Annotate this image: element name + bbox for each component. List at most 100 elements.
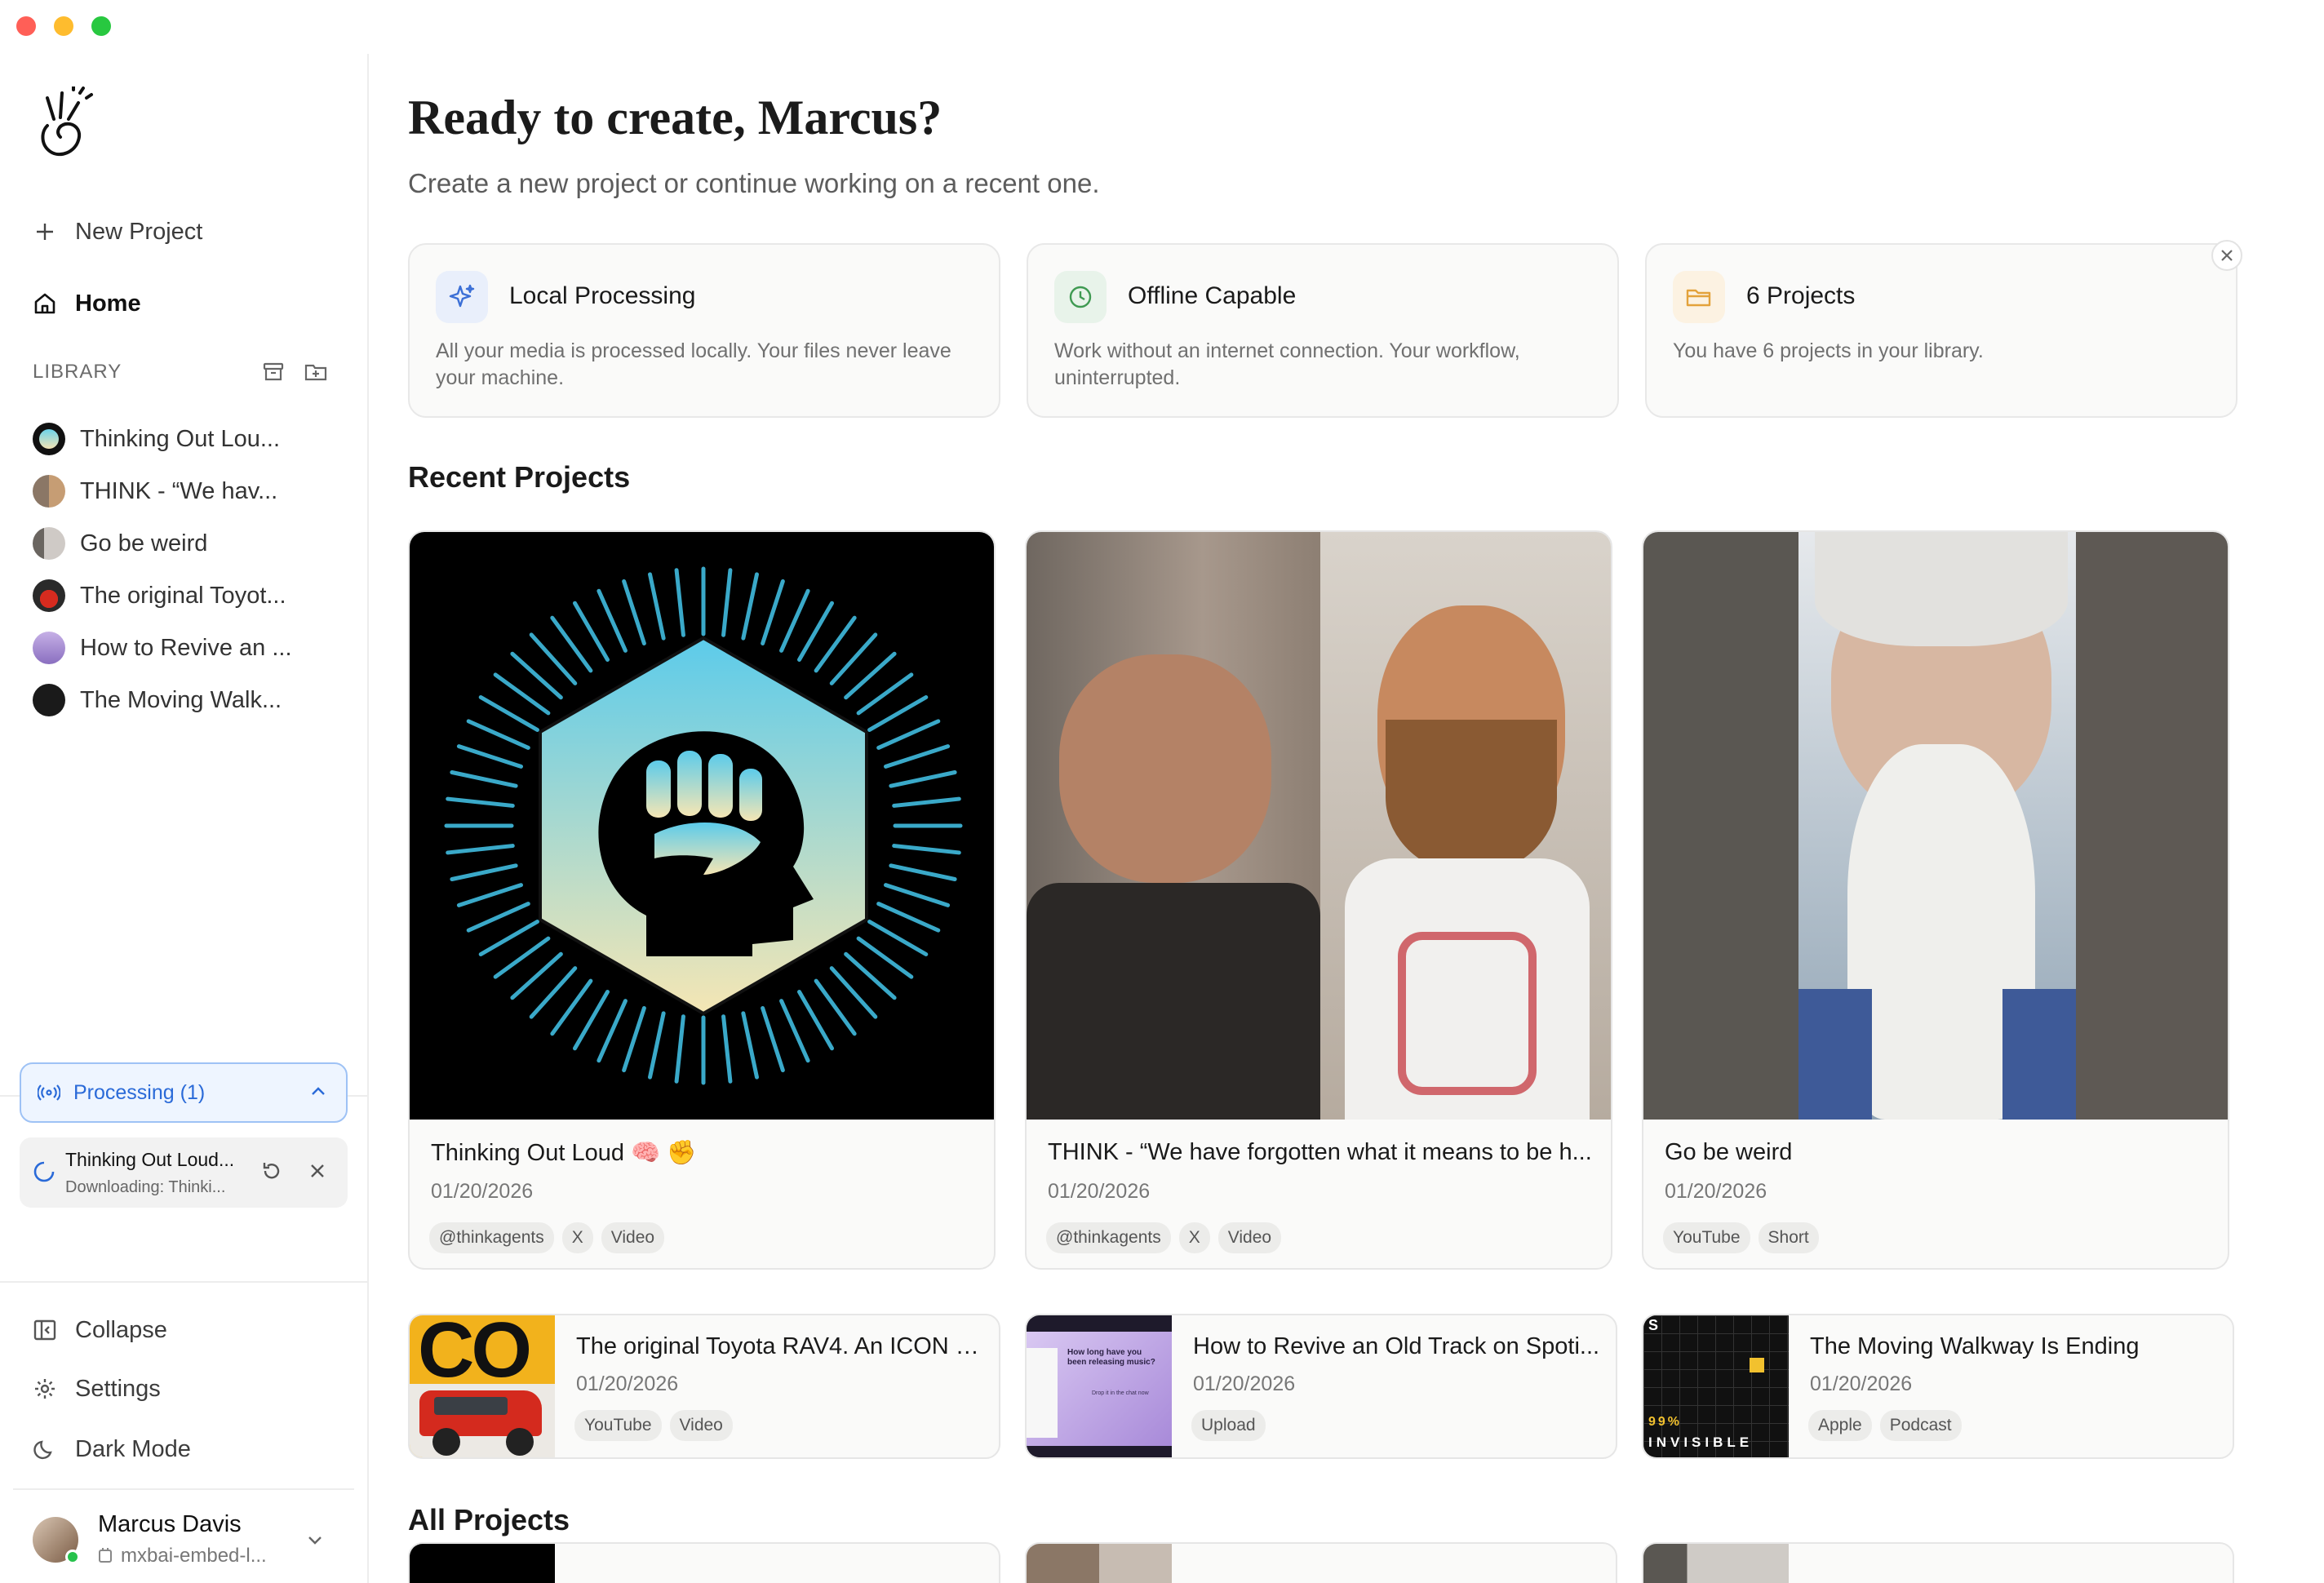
project-thumbnail [410,532,994,1120]
tag: Short [1758,1222,1819,1253]
info-card-title: Offline Capable [1128,282,1297,309]
tag: @thinkagents [429,1222,554,1253]
sidebar-divider [13,1488,354,1490]
new-project-button[interactable]: New Project [33,212,202,251]
sunburst-ray [466,902,530,933]
collapse-button[interactable]: Collapse [33,1310,167,1350]
dark-mode-toggle[interactable]: Dark Mode [33,1430,191,1469]
dismiss-info-cards-button[interactable] [2211,240,2242,271]
project-date: 01/20/2026 [576,1372,679,1395]
model-icon [99,1548,112,1563]
library-label: LIBRARY [33,361,122,383]
library-thumb [33,632,65,664]
page-title: Ready to create, Marcus? [408,91,942,144]
project-tags: @thinkagents X Video [429,1222,665,1253]
project-date: 01/20/2026 [1665,1180,1767,1203]
user-name: Marcus Davis [98,1511,242,1537]
library-item-revive[interactable]: How to Revive an ... [33,630,292,666]
new-project-label: New Project [75,218,203,245]
project-card-think[interactable]: THINK - “We have forgotten what it means… [1025,530,1612,1270]
window-zoom-button[interactable] [91,16,111,36]
sunburst-ray [597,588,628,653]
dark-mode-label: Dark Mode [75,1435,191,1462]
processing-item-status: Downloading: Thinki... [65,1178,226,1196]
project-card-toyota-rav4[interactable]: CO The original Toyota RAV4. An ICON y..… [408,1314,1000,1459]
thumb-text: S [1648,1317,1659,1333]
user-model-label: mxbai-embed-l... [121,1545,267,1567]
sunburst-ray [889,770,957,788]
thumb-text-small: Drop it in the chat now [1092,1390,1149,1396]
sunburst-ray [741,1011,759,1080]
info-card-title: 6 Projects [1746,282,1856,309]
sunburst-ray [478,920,539,956]
sunburst-ray [867,920,929,956]
sunburst-ray [721,568,733,637]
project-thumbnail [1027,532,1611,1120]
project-title: The Moving Walkway Is Ending [1810,1333,2140,1359]
project-card-go-be-weird[interactable]: Go be weird 01/20/2026 YouTube Short [1642,530,2229,1270]
library-thumb [33,475,65,508]
user-profile[interactable]: Marcus Davis mxbai-embed-l... [33,1511,326,1567]
retry-icon[interactable] [259,1159,284,1183]
library-item-think[interactable]: THINK - “We hav... [33,473,277,509]
library-item-label: The Moving Walk... [80,686,282,713]
sunburst-ray [573,990,610,1051]
info-card-desc: Work without an internet connection. You… [1054,339,1520,389]
project-card-thinking-out-loud[interactable]: Thinking Out Loud 🧠 ✊ 01/20/2026 @thinka… [408,530,996,1270]
library-item-label: THINK - “We hav... [80,477,278,504]
sunburst-ray [456,744,524,769]
library-thumb [33,423,65,455]
library-thumb [33,527,65,560]
main-content: Ready to create, Marcus? Create a new pr… [408,54,2324,1583]
project-card-all-3[interactable] [1642,1542,2234,1583]
spinner-icon [33,1161,55,1182]
processing-toggle-button[interactable]: Processing (1) [20,1062,348,1123]
tag: YouTube [1663,1222,1750,1253]
sunburst-ray [648,572,666,641]
sunburst-ray [450,770,518,788]
tag: Video [1217,1222,1282,1253]
tag: Podcast [1879,1410,1962,1441]
project-date: 01/20/2026 [1810,1372,1913,1395]
project-title: Go be weird [1665,1139,1793,1165]
project-card-moving-walkway[interactable]: S 99% INVISIBLE The Moving Walkway Is En… [1642,1314,2234,1459]
sunburst-ray [446,844,515,855]
project-card-all-2[interactable] [1025,1542,1617,1583]
settings-button[interactable]: Settings [33,1369,161,1408]
tag: @thinkagents [1046,1222,1171,1253]
clock-icon [1054,271,1107,323]
sunburst-ray [797,601,834,662]
tag: Apple [1808,1410,1872,1441]
project-date: 01/20/2026 [431,1180,534,1203]
library-item-go-be-weird[interactable]: Go be weird [33,525,207,561]
sunburst-ray [446,796,515,808]
project-card-revive-track[interactable]: How long have you been releasing music? … [1025,1314,1617,1459]
project-title: How to Revive an Old Track on Spoti... [1193,1333,1600,1359]
library-item-thinking-out-loud[interactable]: Thinking Out Lou... [33,421,280,457]
sunburst-ray [761,579,785,646]
sunburst-ray [883,744,951,769]
sunburst-ray [883,883,951,907]
sunburst-ray [761,1005,785,1073]
library-item-moving-walkway[interactable]: The Moving Walk... [33,682,282,718]
archive-icon[interactable] [261,359,286,384]
library-item-toyota[interactable]: The original Toyot... [33,578,286,614]
home-icon [33,291,57,316]
sparkle-icon [436,271,488,323]
peace-hand-logo-icon[interactable] [36,86,95,157]
cancel-icon[interactable] [307,1160,328,1182]
sunburst-ray [597,999,628,1063]
chevron-down-icon[interactable] [304,1529,326,1550]
project-card-all-1[interactable] [408,1542,1000,1583]
user-model: mxbai-embed-l... [98,1545,267,1567]
sunburst-ray [779,588,810,653]
window-minimize-button[interactable] [54,16,73,36]
app-window: New Project Home LIBRARY Thinking Out Lo… [0,0,2324,1583]
project-tags: YouTube Short [1663,1222,1819,1253]
window-close-button[interactable] [16,16,36,36]
sidebar-item-home[interactable]: Home [33,284,141,323]
home-label: Home [75,290,141,317]
new-folder-icon[interactable] [304,359,328,384]
sunburst-ray [797,990,834,1051]
project-tags: @thinkagents X Video [1046,1222,1282,1253]
